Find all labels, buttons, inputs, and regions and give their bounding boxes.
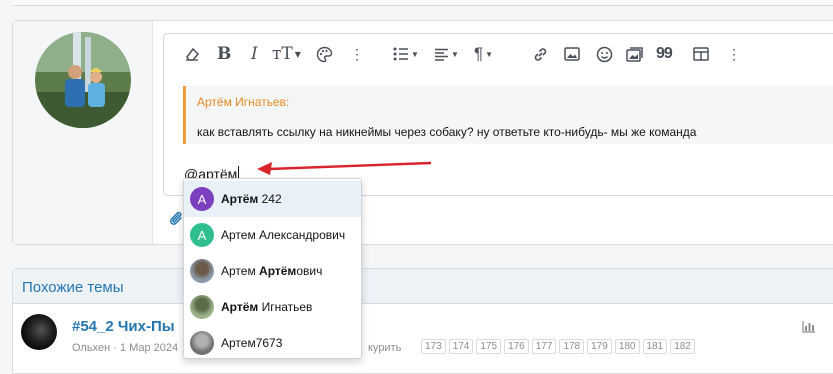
quick-reply-block: B I тT ▼ ⋮ ▼ ▼ ¶ ▼ 99 ⋮ Артём Игнатьев: … — [12, 20, 833, 245]
italic-icon[interactable]: I — [251, 43, 258, 65]
thread-page-link[interactable]: 182 — [670, 339, 695, 354]
bold-icon[interactable]: B — [217, 43, 231, 65]
thread-meta: Ольхен · 1 Мар 2024 — [72, 342, 179, 354]
quote-text: как вставлять ссылку на никнеймы через с… — [197, 125, 697, 139]
bar-chart-icon — [802, 320, 815, 338]
thread-page-link[interactable]: 176 — [504, 339, 529, 354]
thread-page-link[interactable]: 180 — [614, 339, 640, 354]
thread-page-link[interactable]: 174 — [448, 339, 474, 354]
thread-title-link[interactable]: #54_2 Чих-Пы — [72, 318, 175, 335]
image-icon[interactable] — [564, 43, 580, 65]
thread-author-avatar[interactable] — [21, 314, 57, 350]
color-palette-icon[interactable] — [316, 43, 333, 65]
thread-page-link[interactable]: 177 — [531, 339, 557, 354]
thread-page-link[interactable]: 179 — [587, 339, 612, 354]
quote-block: Артём Игнатьев: как вставлять ссылку на … — [183, 86, 833, 144]
paragraph-icon[interactable]: ¶ ▼ — [474, 43, 493, 65]
mention-suggestion-item[interactable]: Артём Игнатьев — [184, 289, 361, 325]
user-avatar: А — [190, 187, 214, 211]
previous-post-strip — [12, 0, 833, 6]
font-size-icon[interactable]: тT ▼ — [272, 43, 301, 65]
user-avatar — [190, 259, 214, 283]
link-icon[interactable] — [532, 43, 549, 65]
mention-username: Артём 242 — [221, 192, 282, 206]
font-size-label: тT — [272, 44, 293, 64]
user-avatar[interactable] — [35, 32, 131, 128]
chevron-down-icon: ▼ — [485, 49, 494, 59]
mention-username: Артём Игнатьев — [221, 300, 313, 314]
smilie-icon[interactable] — [596, 43, 613, 65]
quote-icon[interactable]: 99 — [656, 43, 673, 65]
align-icon[interactable]: ▼ — [434, 43, 459, 65]
mention-username: Артем Александрович — [221, 228, 346, 242]
thread-page-link[interactable]: 173 — [421, 339, 446, 354]
thread-page-link[interactable]: 178 — [559, 339, 585, 354]
mention-suggestion-item[interactable]: А Артем Александрович — [184, 217, 361, 253]
user-avatar — [190, 295, 214, 319]
mention-suggestion-item[interactable]: Артем7673 — [184, 325, 361, 361]
user-avatar — [190, 331, 214, 355]
related-threads-header: Похожие темы — [13, 269, 833, 304]
user-avatar: А — [190, 223, 214, 247]
chevron-down-icon: ▼ — [451, 49, 459, 59]
media-icon[interactable] — [626, 43, 644, 65]
editor-toolbar: B I тT ▼ ⋮ ▼ ▼ ¶ ▼ 99 ⋮ — [164, 34, 833, 74]
list-icon[interactable]: ▼ — [393, 43, 419, 65]
related-threads-title: Похожие темы — [22, 279, 124, 296]
mention-suggestion-item[interactable]: А Артём 242 — [184, 181, 361, 217]
chevron-down-icon: ▼ — [411, 49, 419, 59]
thread-snippet: курить — [368, 342, 402, 354]
thread-page-links: 173 174 175 176 177 178 179 180 181 182 — [421, 339, 695, 354]
table-icon[interactable] — [693, 43, 709, 65]
mention-suggestion-item[interactable]: Артем Артёмович — [184, 253, 361, 289]
thread-page-link[interactable]: 181 — [642, 339, 668, 354]
more-vertical-icon-2[interactable]: ⋮ — [727, 43, 741, 65]
chevron-down-icon: ▼ — [294, 49, 301, 59]
avatar-column — [13, 21, 153, 244]
thread-page-link[interactable]: 175 — [476, 339, 502, 354]
mention-suggestions-menu: А Артём 242 А Артем Александрович Артем Артё… — [183, 178, 362, 359]
more-vertical-icon[interactable]: ⋮ — [350, 43, 364, 65]
remove-format-icon[interactable] — [184, 43, 200, 65]
mention-username: Артем7673 — [221, 336, 283, 350]
mention-username: Артем Артёмович — [221, 264, 323, 278]
quote-author[interactable]: Артём Игнатьев: — [197, 95, 289, 109]
red-annotation-arrow — [257, 161, 432, 175]
related-threads-block: Похожие темы #54_2 Чих-Пы Ольхен · 1 Мар… — [12, 268, 833, 374]
paragraph-label: ¶ — [474, 44, 484, 63]
